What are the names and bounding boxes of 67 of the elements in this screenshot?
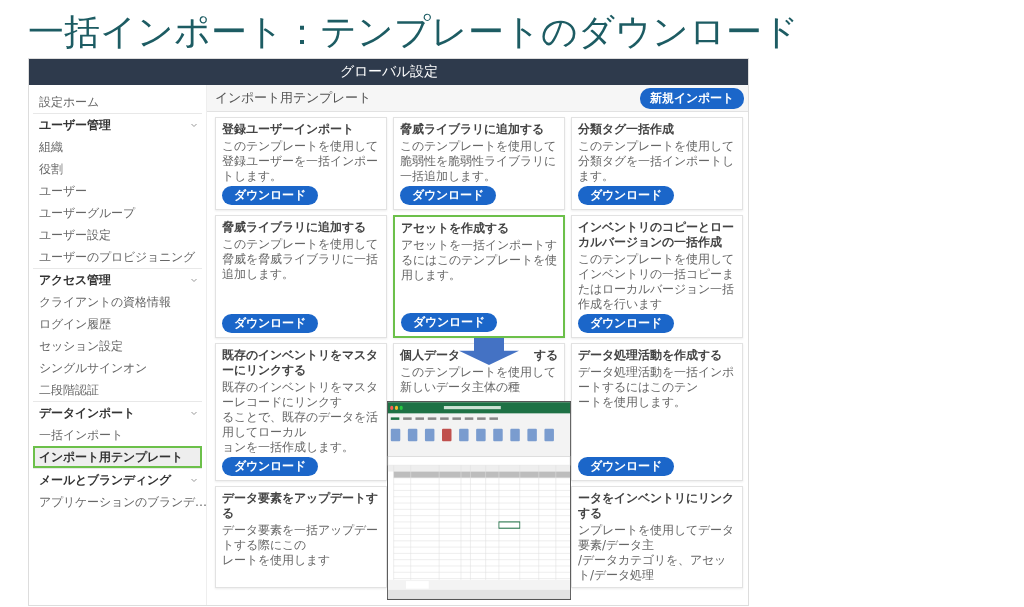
chevron-icon [190,476,198,484]
card-title: データ処理活動を作成する [578,348,723,363]
card-description-line: ョンを一括作成します。 [222,440,355,455]
card-description-line: ートを使用します。 [578,395,687,410]
section-label: アクセス管理 [39,271,111,289]
download-button[interactable]: ダウンロード [222,186,318,205]
section-label: ユーザー管理 [39,116,111,134]
sidebar-item[interactable]: シングルサインオン [33,357,202,379]
sidebar-item[interactable]: セッション設定 [33,335,202,357]
down-arrow [459,338,519,365]
card-description: このテンプレートを使用して脅威を脅威ライブラリに一括追加します。 [222,237,379,282]
sidebar-section-header[interactable]: メールとブランディング [33,468,202,491]
card-description-line: このテンプレートを使用して新しいデータ主体の種 [400,365,557,395]
download-button[interactable]: ダウンロード [578,186,674,205]
card-description-line: ることで、既存のデータを活用してローカル [222,410,379,440]
sidebar-item[interactable]: 役割 [33,158,202,180]
chevron-icon [190,121,198,129]
sidebar-item[interactable]: 一括インポート [33,424,202,446]
card-description-line: ンプレートを使用してデータ要素/データ主 [578,523,735,553]
card-title: 既存のインベントリをマスターにリンクする [222,348,379,378]
card-title: 脅威ライブラリに追加する [400,122,545,137]
sidebar-section-header[interactable]: アクセス管理 [33,268,202,291]
card-description: このテンプレートを使用してインベントリの一括コピーまたはローカルバージョン一括作成を行います [578,252,735,312]
section-label: データインポート [39,404,135,422]
card-description: このテンプレートを使用して登録ユーザーを一括インポートします。 [222,139,379,184]
card-title: 脅威ライブラリに追加する [222,220,367,235]
sidebar-item[interactable]: ユーザー [33,180,202,202]
card-title: 登録ユーザーインポート [222,122,355,137]
download-button[interactable]: ダウンロード [222,314,318,333]
card-description-line: レートを使用します [222,553,331,568]
slide-title: 一括インポート：テンプレートのダウンロード [28,10,799,54]
sidebar-item[interactable]: インポート用テンプレート [33,446,202,468]
sidebar-item[interactable]: 組織 [33,136,202,158]
header-title: グローバル設定 [339,63,438,81]
card-description-line: /データカテゴリを、アセット/データ処理 [578,553,728,583]
download-button[interactable]: ダウンロード [222,457,318,476]
card-title: する [534,348,558,363]
page-title: インポート用テンプレート [215,89,371,107]
new-import-button[interactable]: 新規インポート [640,87,744,109]
card-description: このテンプレートを使用して脆弱性を脆弱性ライブラリに一括追加します。 [400,139,557,184]
card-description: このテンプレートを使用して分類タグを一括インポートします。 [578,139,735,184]
card-description: アセットを一括インポートするにはこのテンプレートを使用します。 [401,238,557,283]
download-button[interactable]: ダウンロード [578,314,674,333]
download-button[interactable]: ダウンロード [578,457,674,476]
chevron-icon [190,409,198,417]
card-title: ータをインベントリにリンクする [578,491,735,521]
sidebar-item[interactable]: ユーザーグループ [33,202,202,224]
section-label: メールとブランディング [39,471,171,489]
download-button[interactable]: ダウンロード [401,313,497,332]
sidebar-item[interactable]: ログイン履歴 [33,313,202,335]
card-description-line: 既存のインベントリをマスターレコードにリンクす [222,380,379,410]
sidebar-item[interactable]: クライアントの資格情報 [33,291,202,313]
download-button[interactable]: ダウンロード [400,186,496,205]
sidebar-item[interactable]: 二段階認証 [33,379,202,401]
card-title: 分類タグ一括作成 [578,122,675,137]
card-title: アセットを作成する [401,221,510,236]
sidebar-item[interactable]: 設定ホーム [33,91,202,113]
card-title: 個人データ [400,348,460,363]
card-description-line: データ要素を一括アップデートする際にこの [222,523,379,553]
sidebar-item[interactable]: ユーザー設定 [33,224,202,246]
card-description-line: データ処理活動を一括インポートするにはこのテン [578,365,735,395]
sidebar-section-header[interactable]: ユーザー管理 [33,113,202,136]
card-title: インベントリのコピーとローカルバージョンの一括作成 [578,220,735,250]
sidebar-item[interactable]: ユーザーのプロビジョニング [33,246,202,268]
card-title: データ要素をアップデートする [222,491,379,521]
sidebar-section-header[interactable]: データインポート [33,401,202,424]
chevron-icon [190,276,198,284]
